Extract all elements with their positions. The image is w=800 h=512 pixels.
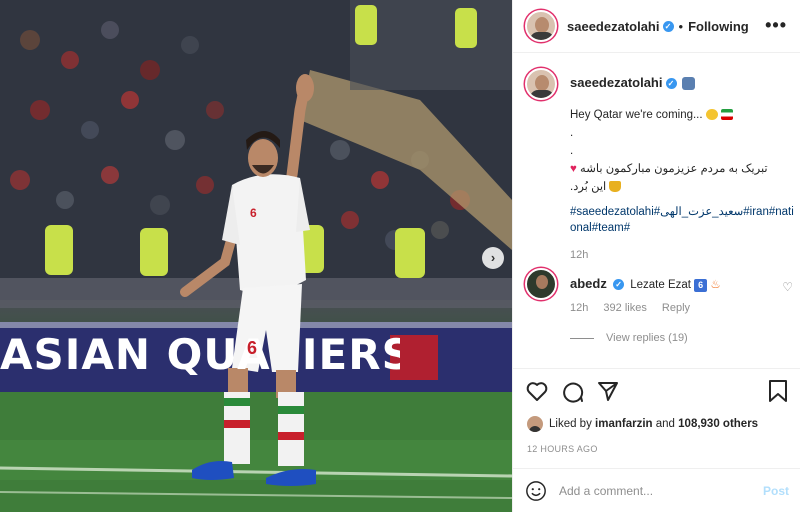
- iran-flag-icon: [720, 109, 733, 121]
- post-photo-scene: [0, 0, 512, 512]
- caption-line-3: .: [570, 145, 574, 157]
- red-heart-emoji-icon: ♥: [570, 163, 577, 175]
- verified-badge-icon: ✓: [613, 279, 625, 291]
- commenter-username[interactable]: abedz: [570, 276, 607, 291]
- ad-board-text: ASIAN QUA IERS: [0, 330, 400, 379]
- comments-section[interactable]: saeedezatolahi ✓ Hey Qatar we're coming.…: [513, 54, 800, 366]
- fire-emoji-icon: ♨: [710, 279, 721, 291]
- author-username[interactable]: saeedezatolahi: [567, 19, 660, 34]
- commenter-avatar[interactable]: [525, 268, 557, 300]
- caption-line-5: .این بُرد: [570, 178, 795, 196]
- liked-by-prefix: Liked by: [549, 418, 592, 430]
- caption-hashtags[interactable]: #saeedezatolahi#سعید_عزت_الهی#iran#natio…: [570, 204, 795, 236]
- camera-selfie-emoji-icon: [681, 76, 695, 90]
- jersey-number-chest: 6: [250, 206, 257, 220]
- view-replies-button[interactable]: View replies (19): [570, 332, 688, 344]
- sunglasses-emoji-icon: [705, 109, 718, 121]
- comment-body: Lezate Ezat: [630, 279, 691, 291]
- liker-avatar[interactable]: [527, 416, 543, 432]
- post-header: saeedezatolahi ✓ • Following •••: [513, 0, 800, 53]
- post-side-panel: saeedezatolahi ✓ • Following ••• saeedez…: [512, 0, 800, 512]
- comment-likes[interactable]: 392 likes: [603, 302, 646, 314]
- header-separator: •: [678, 18, 684, 34]
- verified-badge-icon: ✓: [665, 77, 677, 89]
- bookmark-icon[interactable]: [767, 379, 789, 403]
- reply-button[interactable]: Reply: [662, 302, 690, 314]
- caption-username[interactable]: saeedezatolahi: [570, 74, 663, 92]
- heart-outline-icon[interactable]: ♡: [782, 280, 793, 294]
- post-timestamp[interactable]: 12 HOURS AGO: [527, 444, 598, 454]
- more-options-icon[interactable]: •••: [765, 15, 787, 36]
- replies-divider: [570, 337, 594, 339]
- next-image-button[interactable]: ›: [482, 247, 504, 269]
- liked-user[interactable]: imanfarzin: [595, 418, 653, 430]
- post-photo[interactable]: ASIAN QUA IERS 6 6 ›: [0, 0, 512, 512]
- author-avatar[interactable]: [525, 10, 557, 42]
- caption-author-avatar[interactable]: [525, 68, 557, 100]
- liked-and: and: [655, 418, 675, 430]
- trophy-emoji-icon: [609, 181, 622, 193]
- likes-count[interactable]: 108,930 others: [678, 418, 758, 430]
- liked-by-summary: Liked by imanfarzin and 108,930 others: [527, 416, 758, 432]
- chevron-right-icon: ›: [490, 250, 496, 265]
- comment-icon[interactable]: [561, 379, 585, 403]
- verified-badge-icon: ✓: [662, 20, 674, 32]
- caption-time[interactable]: 12h: [570, 246, 795, 264]
- heart-icon[interactable]: [525, 379, 549, 403]
- following-button[interactable]: Following: [688, 19, 749, 34]
- number-badge: 6: [694, 279, 708, 292]
- post-actions: [513, 368, 800, 412]
- comment-text: abedz ✓ Lezate Ezat 6 ♨: [570, 276, 721, 292]
- post-comment-button[interactable]: Post: [763, 484, 789, 498]
- caption-line-1: Hey Qatar we're coming...: [570, 106, 795, 124]
- caption-line-4: تبریک به مردم عزیزمون مبارکمون باشه ♥: [570, 163, 768, 175]
- comment-meta: 12h 392 likes Reply: [570, 302, 702, 314]
- comment-input[interactable]: [559, 483, 755, 498]
- comment-time[interactable]: 12h: [570, 302, 588, 314]
- share-icon[interactable]: [596, 379, 620, 403]
- add-comment-bar: Post: [513, 468, 800, 512]
- jersey-number: 6: [247, 338, 258, 358]
- emoji-picker-icon[interactable]: [525, 480, 547, 502]
- caption-line-2: .: [570, 127, 574, 139]
